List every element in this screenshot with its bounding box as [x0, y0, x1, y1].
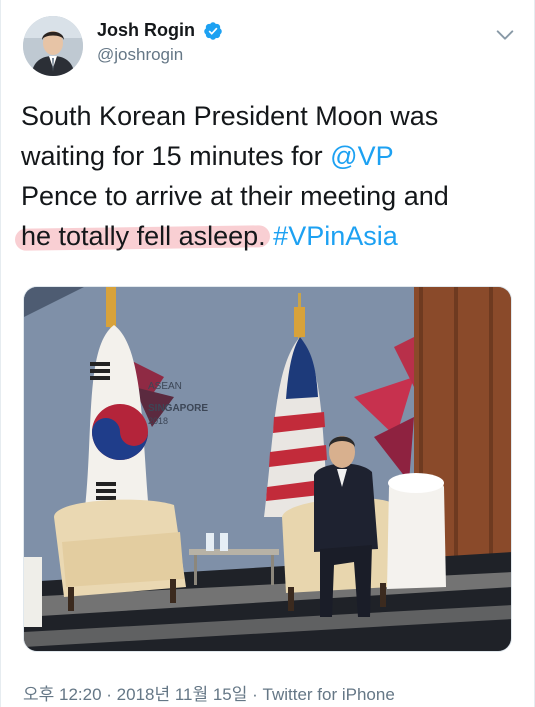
tweet-text-line-3: Pence to arrive at their meeting and [21, 181, 449, 211]
chevron-down-icon[interactable] [494, 24, 516, 46]
tweet-text-line-1: South Korean President Moon was [21, 101, 439, 131]
tweet-date[interactable]: 2018년 11월 15일 [117, 685, 248, 704]
tweet-text-line-2: waiting for 15 minutes for @VP [21, 136, 517, 176]
mention-link[interactable]: @VP [330, 141, 393, 171]
tweet-header: Josh Rogin @joshrogin [23, 14, 518, 82]
avatar[interactable] [23, 16, 83, 76]
tweet-source[interactable]: Twitter for iPhone [263, 685, 395, 704]
author-display-name[interactable]: Josh Rogin [97, 20, 195, 41]
tweet-metadata: 오후 12:20 · 2018년 11월 15일 · Twitter for i… [23, 680, 395, 705]
highlighted-text: he totally fell asleep. [21, 221, 266, 251]
svg-text:ASEAN: ASEAN [148, 381, 182, 392]
separator: · [247, 685, 263, 704]
author-handle[interactable]: @joshrogin [97, 45, 223, 65]
tweet-photo[interactable]: ASEAN SINGAPORE 2018 [23, 286, 512, 652]
tweet-card: Josh Rogin @joshrogin South Korean Presi… [0, 0, 535, 707]
author-names: Josh Rogin @joshrogin [97, 20, 223, 65]
avatar-image [23, 16, 83, 76]
svg-text:SINGAPORE: SINGAPORE [148, 403, 208, 414]
tweet-time[interactable]: 오후 12:20 [23, 685, 102, 704]
tweet-text-segment: waiting for 15 minutes for [21, 141, 331, 171]
svg-text:2018: 2018 [148, 416, 168, 426]
hashtag-link[interactable]: #VPinAsia [273, 221, 398, 251]
photo-image: ASEAN SINGAPORE 2018 [24, 287, 511, 651]
separator: · [101, 685, 117, 704]
tweet-text-line-4: he totally fell asleep. #VPinAsia [21, 216, 517, 256]
verified-badge-icon [204, 21, 223, 40]
tweet-text: South Korean President Moon was waiting … [21, 96, 517, 256]
